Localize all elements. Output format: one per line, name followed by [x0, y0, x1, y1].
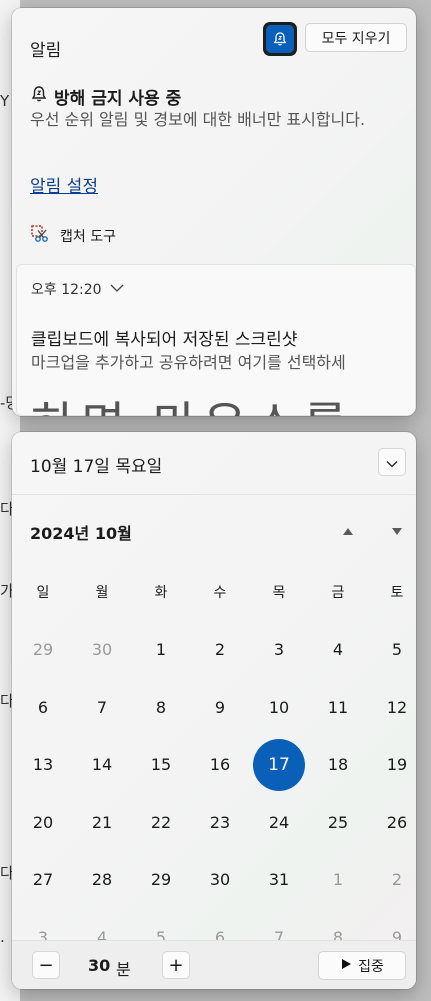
dnd-description: 우선 순위 알림 및 경보에 대한 배너만 표시합니다.	[30, 110, 366, 129]
calendar-day[interactable]: 3	[253, 624, 305, 676]
calendar-day[interactable]: 29	[17, 624, 69, 676]
weekday-header: 월	[95, 585, 109, 601]
divider	[12, 940, 416, 941]
decrease-minutes-button[interactable]: −	[32, 951, 60, 979]
background-text: .	[0, 928, 5, 946]
dnd-status: 방해 금지 사용 중	[30, 84, 181, 109]
calendar-day[interactable]: 14	[76, 739, 128, 791]
increase-minutes-button[interactable]: +	[162, 951, 190, 979]
notification-card[interactable]: 오후 12:20 클립보드에 복사되어 저장된 스크린샷 마크업을 추가하고 공…	[16, 264, 416, 416]
calendar-day[interactable]: 29	[135, 854, 187, 906]
weekday-header: 일	[36, 585, 50, 601]
calendar-day[interactable]: 18	[312, 739, 364, 791]
calendar-day[interactable]: 20	[17, 796, 69, 848]
calendar-day[interactable]: 25	[312, 796, 364, 848]
next-month-button[interactable]	[389, 522, 405, 538]
triangle-down-icon	[391, 521, 403, 540]
calendar-day[interactable]: 21	[76, 796, 128, 848]
weekday-header: 수	[213, 585, 227, 601]
date-heading: 10월 17일 목요일	[30, 457, 163, 477]
play-icon	[340, 958, 352, 974]
focus-bar: − 30 분 + 집중	[12, 940, 416, 989]
focus-minutes: 30	[88, 956, 111, 975]
app-name: 캡처 도구	[60, 229, 116, 245]
time-label: 오후 12:20	[31, 282, 102, 298]
calendar-day[interactable]: 10	[253, 681, 305, 733]
snipping-tool-icon	[30, 224, 50, 248]
calendar-day[interactable]: 1	[312, 854, 364, 906]
triangle-up-icon	[342, 521, 354, 540]
start-focus-button[interactable]: 집중	[318, 951, 406, 980]
app-group-header: 캡처 도구	[30, 224, 116, 248]
divider	[12, 494, 416, 495]
notifications-title: 알림	[30, 41, 62, 61]
dnd-title: 방해 금지 사용 중	[54, 89, 182, 109]
focus-unit: 분	[116, 960, 131, 979]
calendar-day[interactable]: 30	[76, 624, 128, 676]
calendar-day[interactable]: 9	[194, 681, 246, 733]
notification-title: 클립보드에 복사되어 저장된 스크린샷	[31, 330, 298, 350]
calendar-day[interactable]: 6	[17, 681, 69, 733]
calendar-day[interactable]: 31	[253, 854, 305, 906]
calendar-day[interactable]: 22	[135, 796, 187, 848]
chevron-down-icon[interactable]	[110, 281, 124, 297]
calendar-day[interactable]: 2	[371, 854, 416, 906]
do-not-disturb-toggle[interactable]	[263, 22, 297, 56]
calendar-day[interactable]: 24	[253, 796, 305, 848]
bell-snooze-icon	[30, 85, 48, 108]
weekday-header: 금	[331, 585, 345, 601]
bell-snooze-icon	[266, 25, 294, 53]
calendar-day[interactable]: 30	[194, 854, 246, 906]
calendar-day[interactable]: 26	[371, 796, 416, 848]
calendar-day[interactable]: 7	[76, 681, 128, 733]
notification-body: 마크업을 추가하고 공유하려면 여기를 선택하세	[31, 353, 346, 372]
calendar-day[interactable]: 15	[135, 739, 187, 791]
start-focus-label: 집중	[358, 958, 384, 975]
calendar-day[interactable]: 5	[371, 624, 416, 676]
notification-center: 알림 모두 지우기 방해 금지 사용 중 우선 순위 알림 및 경보에 대한 배…	[12, 8, 416, 416]
notification-time: 오후 12:20	[31, 279, 124, 299]
calendar-day[interactable]: 1	[135, 624, 187, 676]
calendar-day[interactable]: 8	[135, 681, 187, 733]
calendar-day[interactable]: 11	[312, 681, 364, 733]
notification-image-preview: 하면 마우스를	[31, 385, 353, 416]
calendar-day-today[interactable]: 17	[253, 738, 305, 791]
weekday-header: 토	[390, 585, 404, 601]
clear-all-button[interactable]: 모두 지우기	[305, 23, 407, 52]
calendar-day[interactable]: 27	[17, 854, 69, 906]
calendar-day[interactable]: 13	[17, 739, 69, 791]
collapse-calendar-button[interactable]	[378, 448, 406, 476]
calendar-day[interactable]: 23	[194, 796, 246, 848]
calendar-day[interactable]: 4	[312, 624, 364, 676]
calendar-day[interactable]: 2	[194, 624, 246, 676]
previous-month-button[interactable]	[340, 522, 356, 538]
weekday-header: 화	[154, 585, 168, 601]
month-label[interactable]: 2024년 10월	[30, 520, 132, 544]
calendar-day[interactable]: 16	[194, 739, 246, 791]
weekday-header: 목	[272, 585, 286, 601]
notification-settings-link[interactable]: 알림 설정	[30, 172, 98, 197]
background-text: Y	[0, 92, 10, 110]
calendar-flyout: 10월 17일 목요일 2024년 10월 일 월 화 수 목 금 토 29 30 1 2 3 4 5 6 7…	[12, 432, 416, 989]
calendar-day[interactable]: 12	[371, 681, 416, 733]
calendar-day[interactable]: 28	[76, 854, 128, 906]
calendar-day[interactable]: 19	[371, 739, 416, 791]
chevron-down-icon	[386, 453, 398, 472]
